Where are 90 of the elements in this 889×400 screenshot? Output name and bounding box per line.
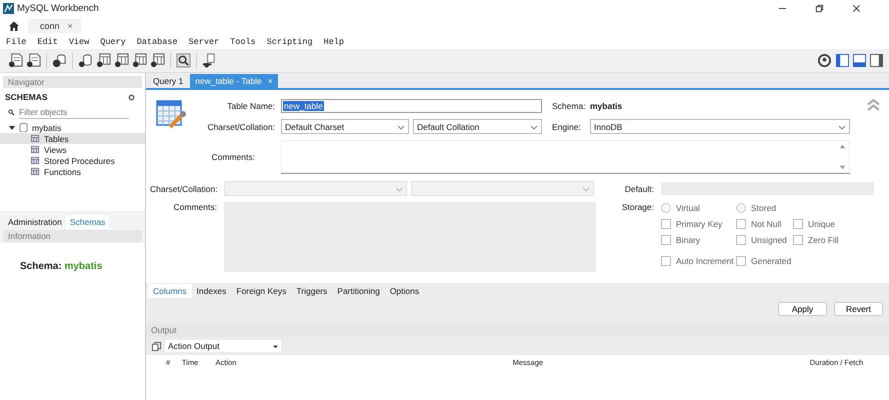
- tree-item[interactable]: mybatis: [0, 122, 145, 133]
- field-label: Engine:: [552, 122, 582, 132]
- connection-tab[interactable]: conn ×: [28, 18, 81, 32]
- secondary-sidebar-toggle-icon[interactable]: [870, 54, 883, 67]
- flag-checkbox[interactable]: Unsigned: [736, 234, 793, 245]
- panel-header: Output: [146, 324, 889, 337]
- database-icon[interactable]: [78, 53, 93, 68]
- charset-dropdown[interactable]: Default Charset: [281, 119, 409, 134]
- sidebar-toggle-icon[interactable]: [836, 54, 849, 67]
- action-button[interactable]: Revert: [834, 302, 883, 316]
- chevron-down-icon: [530, 122, 538, 130]
- sidebar-tab[interactable]: Schemas: [66, 215, 110, 229]
- panel-header: Navigator: [3, 76, 142, 88]
- scroll-arrows-icon[interactable]: [839, 142, 846, 170]
- flag-checkbox[interactable]: Auto Increment: [661, 255, 736, 266]
- field-label: Comments:: [172, 202, 218, 212]
- field-label: Charset/Collation:: [206, 122, 276, 132]
- field-label: Comments:: [210, 152, 256, 162]
- panel-header: Information: [3, 230, 142, 242]
- detail-tab[interactable]: Foreign Keys: [231, 284, 292, 298]
- engine-dropdown[interactable]: InnoDB: [590, 119, 850, 134]
- expand-arrow-icon[interactable]: [9, 124, 15, 130]
- action-button[interactable]: Apply: [778, 302, 827, 316]
- schema-info: Schema: mybatis: [20, 261, 102, 272]
- flag-checkbox[interactable]: Binary: [661, 234, 736, 245]
- chevron-down-icon: [397, 122, 405, 130]
- close-icon[interactable]: [852, 4, 861, 13]
- field-label: Storage:: [620, 202, 655, 212]
- menu-item[interactable]: Edit: [37, 36, 58, 46]
- table-icon[interactable]: [150, 53, 165, 68]
- folder-table-icon: [31, 145, 40, 154]
- field-label: Default:: [624, 184, 655, 194]
- tree-item[interactable]: Tables: [0, 133, 145, 144]
- flag-checkbox[interactable]: Not Null: [736, 218, 793, 229]
- window-title: MySQL Workbench: [17, 3, 99, 14]
- folder-table-icon: [31, 156, 40, 165]
- flag-checkbox[interactable]: Unique: [793, 218, 863, 229]
- copy-icon[interactable]: [152, 342, 161, 350]
- flag-checkbox[interactable]: Zero Fill: [793, 234, 863, 245]
- menu-item[interactable]: Tools: [230, 36, 256, 46]
- menu-item[interactable]: View: [68, 36, 90, 46]
- chevron-down-icon: [838, 122, 846, 130]
- tree-item[interactable]: Stored Procedures: [0, 155, 145, 166]
- app-logo-icon: [3, 3, 14, 14]
- filter-field[interactable]: Filter objects: [19, 106, 129, 119]
- search-icon[interactable]: [176, 53, 191, 68]
- database-icon: [19, 123, 28, 132]
- refresh-icon[interactable]: [128, 94, 135, 100]
- home-icon[interactable]: [8, 20, 20, 32]
- output-type-dropdown[interactable]: Action Output: [165, 340, 281, 352]
- field-label: Schema:: [552, 100, 587, 110]
- chevron-down-icon: [582, 184, 590, 192]
- sidebar-tab[interactable]: Administration: [4, 215, 66, 229]
- account-icon[interactable]: [817, 53, 832, 68]
- detail-tab[interactable]: Columns: [148, 284, 192, 298]
- search-icon: [8, 109, 15, 116]
- storage-radio[interactable]: Stored: [736, 202, 793, 213]
- chevron-down-icon: [395, 184, 403, 192]
- schema-name: mybatis: [590, 100, 622, 110]
- output-panel-toggle-icon[interactable]: [853, 54, 866, 67]
- comments-field[interactable]: [281, 140, 850, 174]
- menu-item[interactable]: Scripting: [266, 36, 313, 46]
- caret-icon: [273, 344, 278, 348]
- table-name-field[interactable]: new_table: [281, 98, 542, 112]
- folder-table-icon: [31, 167, 40, 176]
- table-icon[interactable]: [114, 53, 129, 68]
- storage-radio[interactable]: Virtual: [661, 202, 736, 213]
- menu-item[interactable]: Query: [100, 36, 126, 46]
- tree-item[interactable]: Views: [0, 144, 145, 155]
- table-icon[interactable]: [132, 53, 147, 68]
- flag-checkbox[interactable]: Generated: [736, 255, 793, 266]
- folder-table-icon: [31, 134, 40, 143]
- menu-item[interactable]: Help: [324, 36, 344, 46]
- menu-item[interactable]: Database: [136, 36, 178, 46]
- field-label: Table Name:: [226, 100, 276, 110]
- table-edit-icon: [156, 99, 188, 131]
- tree-item[interactable]: Functions: [0, 166, 145, 177]
- menu-item[interactable]: File: [6, 36, 26, 46]
- detail-tab[interactable]: Options: [384, 284, 424, 298]
- detail-tab[interactable]: Indexes: [192, 284, 232, 298]
- restore-icon[interactable]: [815, 4, 824, 13]
- section-title: SCHEMAS: [5, 92, 48, 102]
- detail-tab[interactable]: Triggers: [291, 284, 332, 298]
- flag-checkbox[interactable]: Primary Key: [661, 218, 736, 229]
- detail-tab[interactable]: Partitioning: [332, 284, 385, 298]
- editor-tab[interactable]: Query 1: [148, 74, 188, 88]
- table-icon[interactable]: [96, 53, 111, 68]
- collation-dropdown[interactable]: Default Collation: [413, 119, 542, 134]
- menu-item[interactable]: Server: [188, 36, 220, 46]
- field-label: Charset/Collation:: [150, 184, 219, 194]
